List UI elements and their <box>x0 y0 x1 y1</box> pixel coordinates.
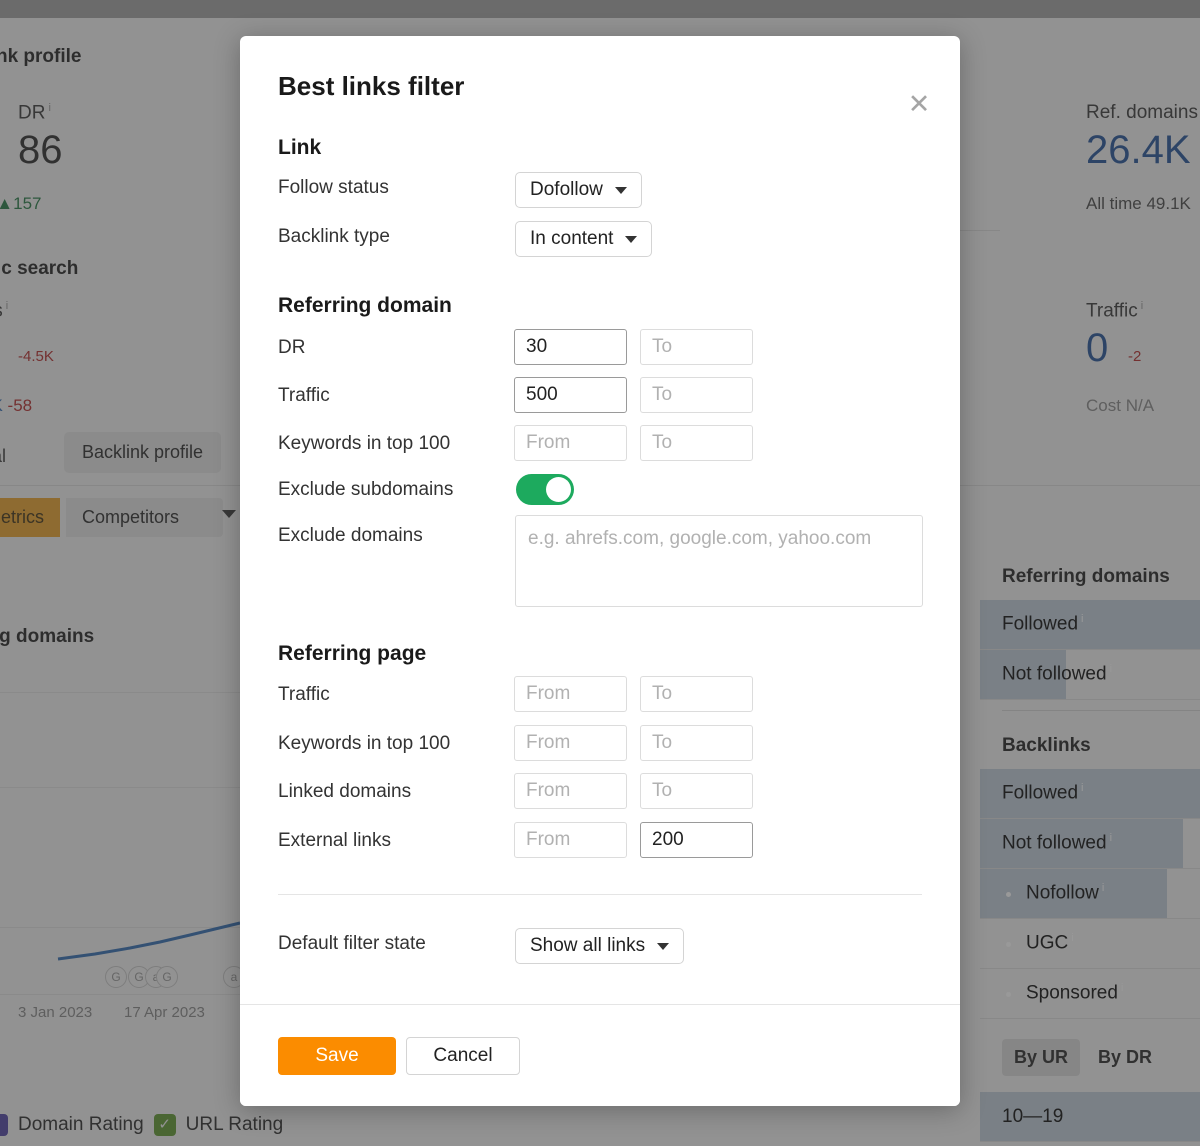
input-rd-keywords-from[interactable] <box>514 425 627 461</box>
close-icon[interactable]: ✕ <box>904 91 934 121</box>
dropdown-backlink-type-value: In content <box>530 228 614 249</box>
section-heading-referring-page: Referring page <box>278 642 427 665</box>
info-icon[interactable]: i <box>1102 882 1104 894</box>
bullet-icon <box>1006 892 1011 897</box>
dropdown-default-filter-state[interactable]: Show all links <box>515 928 685 964</box>
input-rp-linked-domains-from[interactable] <box>514 773 627 809</box>
info-icon[interactable]: i <box>1081 782 1083 794</box>
cancel-button[interactable]: Cancel <box>406 1037 520 1075</box>
label-rd-traffic: Traffic <box>278 385 330 406</box>
input-rd-dr-from[interactable] <box>514 329 627 365</box>
save-button[interactable]: Save <box>278 1037 396 1075</box>
label-exclude-subdomains: Exclude subdomains <box>278 479 454 500</box>
info-icon[interactable]: i <box>1071 932 1073 944</box>
label-rd-keywords-top100: Keywords in top 100 <box>278 433 451 454</box>
browser-top-strip <box>0 0 1200 18</box>
input-rp-external-links-from[interactable] <box>514 822 627 858</box>
textarea-exclude-domains[interactable] <box>515 515 923 607</box>
screen-root: Backlink profile DRi 86 R 3,913 ▲157 Org… <box>0 0 1200 1146</box>
modal-separator <box>278 894 922 895</box>
input-rp-linked-domains-to[interactable] <box>640 773 753 809</box>
info-icon[interactable]: i <box>1110 663 1112 675</box>
dropdown-follow-status-value: Dofollow <box>530 179 603 200</box>
info-icon[interactable]: i <box>1081 613 1083 625</box>
chevron-down-icon <box>614 186 627 194</box>
bullet-icon <box>1006 992 1011 997</box>
input-rd-traffic-to[interactable] <box>640 377 753 413</box>
label-rp-keywords-top100: Keywords in top 100 <box>278 733 451 754</box>
label-exclude-domains: Exclude domains <box>278 525 423 546</box>
input-rp-keywords-from[interactable] <box>514 725 627 761</box>
label-rd-dr: DR <box>278 337 306 358</box>
input-rd-dr-to[interactable] <box>640 329 753 365</box>
label-follow-status: Follow status <box>278 177 389 198</box>
chevron-down-icon <box>625 235 638 243</box>
section-heading-link: Link <box>278 136 322 159</box>
dropdown-backlink-type[interactable]: In content <box>515 221 653 257</box>
input-rp-traffic-from[interactable] <box>514 676 627 712</box>
modal-title: Best links filter <box>278 71 465 101</box>
input-rd-traffic-from[interactable] <box>514 377 627 413</box>
dropdown-default-filter-state-value: Show all links <box>530 935 646 956</box>
dropdown-follow-status[interactable]: Dofollow <box>515 172 642 208</box>
label-rp-traffic: Traffic <box>278 684 330 705</box>
info-icon[interactable]: i <box>1121 982 1123 994</box>
input-rp-external-links-to[interactable] <box>640 822 753 858</box>
input-rp-keywords-to[interactable] <box>640 725 753 761</box>
input-rp-traffic-to[interactable] <box>640 676 753 712</box>
label-default-filter-state: Default filter state <box>278 933 426 954</box>
info-icon[interactable]: i <box>1110 832 1112 844</box>
label-backlink-type: Backlink type <box>278 226 390 247</box>
modal-footer: Save Cancel <box>240 1004 960 1106</box>
section-heading-referring-domain: Referring domain <box>278 294 452 317</box>
bullet-icon <box>1006 942 1011 947</box>
label-rp-external-links: External links <box>278 830 391 851</box>
chevron-down-icon <box>657 942 670 950</box>
label-rp-linked-domains: Linked domains <box>278 781 412 802</box>
toggle-knob <box>546 477 571 502</box>
input-rd-keywords-to[interactable] <box>640 425 753 461</box>
modal-body: Best links filter ✕ Link Follow status D… <box>240 36 960 1004</box>
toggle-exclude-subdomains[interactable] <box>516 474 574 505</box>
best-links-filter-modal: Best links filter ✕ Link Follow status D… <box>240 36 960 1106</box>
